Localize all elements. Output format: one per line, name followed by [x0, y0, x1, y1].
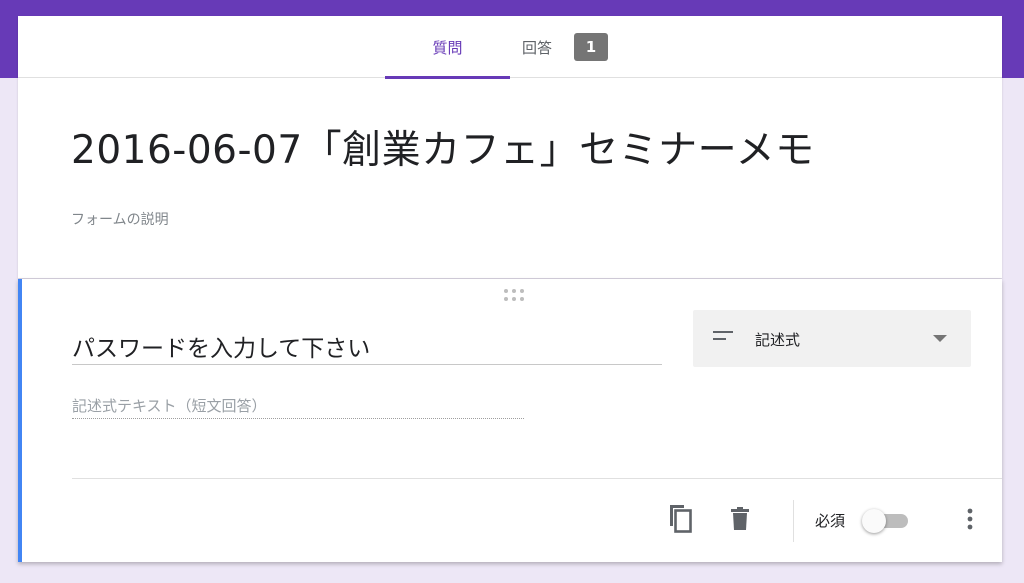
- short-answer-placeholder: 記述式テキスト（短文回答）: [72, 395, 524, 419]
- tab-bar: 質問 回答 1: [18, 16, 1002, 79]
- tab-responses-label: 回答: [521, 38, 552, 57]
- card-footer-divider: [72, 478, 1002, 479]
- more-vert-icon: [967, 508, 973, 530]
- footer-separator: [793, 500, 794, 542]
- toggle-thumb: [862, 509, 886, 533]
- question-type-label: 記述式: [755, 331, 801, 349]
- delete-button[interactable]: [722, 501, 758, 537]
- question-card[interactable]: パスワードを入力して下さい 記述式 記述式テキスト（短文回答） 必須: [18, 279, 1002, 562]
- tab-questions-label: 質問: [432, 38, 463, 57]
- short-text-icon: [713, 331, 733, 345]
- form-header-card: 質問 回答 1 2016-06-07「創業カフェ」セミナーメモ フォームの説明: [18, 16, 1002, 278]
- question-type-select[interactable]: 記述式: [693, 310, 971, 367]
- tab-responses[interactable]: 回答 1: [510, 16, 620, 78]
- responses-count-badge: 1: [574, 33, 608, 61]
- duplicate-button[interactable]: [662, 501, 698, 537]
- tab-questions[interactable]: 質問: [385, 16, 510, 79]
- drag-handle-icon[interactable]: [504, 289, 526, 301]
- trash-icon: [731, 507, 749, 530]
- form-title[interactable]: 2016-06-07「創業カフェ」セミナーメモ: [71, 119, 815, 175]
- more-options-button[interactable]: [952, 501, 988, 537]
- required-toggle[interactable]: [860, 509, 912, 533]
- arrow-drop-down-icon: [933, 335, 947, 342]
- form-description-field[interactable]: フォームの説明: [71, 209, 169, 229]
- required-label: 必須: [815, 512, 846, 530]
- copy-icon: [670, 505, 692, 533]
- question-title-input[interactable]: パスワードを入力して下さい: [72, 325, 662, 365]
